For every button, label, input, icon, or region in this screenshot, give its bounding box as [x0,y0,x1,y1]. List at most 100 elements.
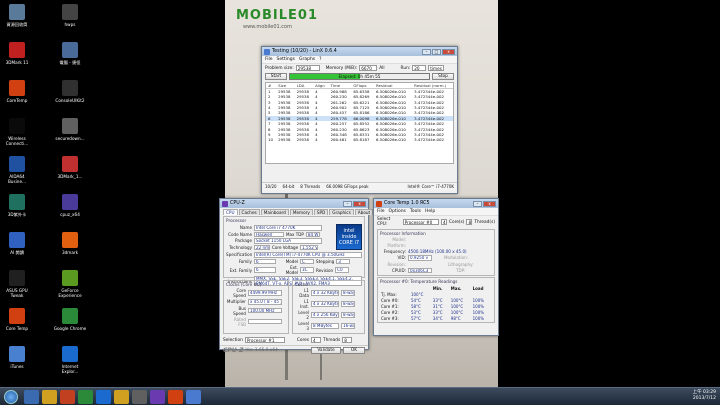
minimize-button[interactable]: – [473,200,482,207]
menu-item[interactable]: Options [389,209,406,214]
desktop-icon[interactable]: recycle-bin-icon 資源回收筒 [0,4,34,27]
selection-select[interactable]: Processor #1 [244,337,285,343]
desktop-icon[interactable]: text-file-icon hwps [53,4,87,27]
minimize-button[interactable]: – [343,200,352,207]
platform-label: Platform: [387,243,406,248]
app-icon[interactable] [132,390,147,404]
desktop-icon[interactable]: download-icon securedown... [53,118,87,141]
maximize-button[interactable]: □ [432,48,441,55]
cpuz-icon[interactable] [150,390,165,404]
all-checkbox-label[interactable]: All [379,66,384,71]
cores-word: Core(s) [448,219,465,225]
media-icon[interactable] [60,390,75,404]
explorer-icon[interactable] [24,390,39,404]
desktop-icon[interactable]: coretemp-icon CoreTemp [0,80,34,103]
selection-label: Selection [223,337,243,343]
clocks-group-title: Clocks (Core #0) [226,282,262,287]
menu-item[interactable]: ? [319,57,321,62]
tab-cpu[interactable]: CPU [223,209,238,215]
folder2-icon[interactable] [114,390,129,404]
desktop-icon[interactable]: gpu-tweak-icon ASUS GPU Tweak [0,270,34,298]
bus-speed-value: 100.00 MHz [248,307,282,314]
3dmark-icon: 3dmark-icon [62,156,78,172]
menu-item[interactable]: Help [425,209,435,214]
menu-item[interactable]: Settings [277,57,295,62]
l1i-way-value: 8-way [341,301,355,307]
start-button[interactable] [4,390,18,404]
desktop-icon[interactable]: 3d-icon 3D紫外卡 [0,194,34,217]
menu-item[interactable]: Tools [410,209,421,214]
desktop-icon-label: 電腦 - 捷徑 [59,60,81,65]
menu-item[interactable]: File [377,209,385,214]
3d-icon: 3d-icon [9,194,25,210]
cpuz-icon: cpuz-icon [62,194,78,210]
frequency-value: 4500.18MHz (100.00 x 45.0) [408,249,467,254]
menu-item[interactable]: File [265,57,273,62]
vid-value: 0.9250 v [408,255,432,261]
desktop-icon[interactable]: ie-icon Internet Explor... [53,346,87,374]
close-button[interactable]: x [353,200,366,207]
linx-titlebar[interactable]: Testing (10/20) - LinX 0.6.4 – □ x [262,47,457,56]
l2-way-value: 8-way [341,312,355,318]
chrome-icon[interactable] [78,390,93,404]
coretemp-menubar: File Options Tools Help [374,208,498,216]
minimize-button[interactable]: – [422,48,431,55]
desktop-icon-label: 3dmark [61,250,79,255]
run-unit-select[interactable]: times [428,65,445,71]
results-table-container[interactable]: # Size LDA Align Time GFlops Residual Residual … [265,82,454,164]
d-link-icon: d-link-icon [9,118,25,134]
linx-statusbar: 10/20 64-bit 8 Threads 66.0098 GFlops peak I… [262,182,457,190]
desktop-icon[interactable]: aida64-icon AIDA64 Busine... [0,156,34,184]
system-tray[interactable]: 上午 03:29 2013/7/12 [693,390,716,402]
ie-icon[interactable] [96,390,111,404]
tab-caches[interactable]: Caches [238,209,260,215]
desktop-icon[interactable]: d-link-icon Wireless Connecti... [0,118,34,146]
table-row[interactable]: 10 29538 29538 4 260.461 65.8187 6.508026e-010… [266,137,453,142]
close-button[interactable]: x [483,200,496,207]
desktop-icon[interactable]: 3dmark-icon 3DMark 11 [0,42,34,65]
close-button[interactable]: x [442,48,455,55]
desktop-icon[interactable]: console-icon ConsoleUIKit2 [53,80,87,103]
ai-icon: ai-icon [9,232,25,248]
tab-memory[interactable]: Memory [289,209,313,215]
coretemp-icon[interactable] [168,390,183,404]
temp-cell: 98°C [450,315,461,321]
tab-mainboard[interactable]: Mainboard [260,209,289,215]
tab-spd[interactable]: SPD [313,209,329,215]
desktop-icon[interactable]: itunes-icon iTunes [0,346,34,369]
problem-size-field[interactable]: 29538 [295,65,320,71]
menu-item[interactable]: Graphs [299,57,315,62]
memory-field[interactable]: 6670 [359,65,378,71]
temperature-table: Min. Max. Load Tj. Max: 100°C Core #0: 54°C 33… [380,285,492,321]
temp-cell: Core #3: [381,315,399,321]
linx-menubar: File Settings Graphs? [262,56,457,64]
desktop-icon[interactable]: ai-icon AI 閱讀 [0,232,34,255]
stop-button[interactable]: Stop [432,73,454,80]
linx-icon[interactable] [186,390,201,404]
l1d-label: L1 Data [299,288,309,298]
cpuz-titlebar[interactable]: CPU-Z – x [220,199,368,208]
core-voltage-label: Core Voltage [272,244,299,250]
itunes-icon: itunes-icon [9,346,25,362]
desktop-icon[interactable]: coretemp-icon Core Temp [0,308,34,331]
desktop-icon[interactable]: 3dmark-icon 3DMark_1... [53,156,87,179]
validate-button[interactable]: Validate [311,347,341,354]
bus-speed-label: Bus Speed [233,305,246,316]
desktop-icon[interactable]: computer-icon 電腦 - 捷徑 [53,42,87,65]
coretemp-titlebar[interactable]: Core Temp 1.0 RC5 – x [374,199,498,208]
tab-graphics[interactable]: Graphics [329,209,354,215]
name-label: Name [239,225,252,231]
desktop-icon[interactable]: chrome-icon Google Chrome [53,308,87,331]
ok-button[interactable]: OK [343,347,365,354]
folder-icon[interactable] [42,390,57,404]
l3-label: Level 3 [298,321,309,331]
run-field[interactable]: 20 [412,65,427,71]
start-button[interactable]: Start [265,73,287,80]
multiplier-label: Multiplier [226,299,246,305]
desktop-icon[interactable]: cpuz-icon cpuz_x64 [53,194,87,217]
desktop-icon[interactable]: geforce-icon GeForce Experience [53,270,87,298]
desktop-icon[interactable]: 3dmark-icon 3dmark [53,232,87,255]
select-cpu-dropdown[interactable]: Processor #0 [402,219,440,225]
threads-count: 8 [466,219,473,225]
tab-about[interactable]: About [354,209,374,215]
